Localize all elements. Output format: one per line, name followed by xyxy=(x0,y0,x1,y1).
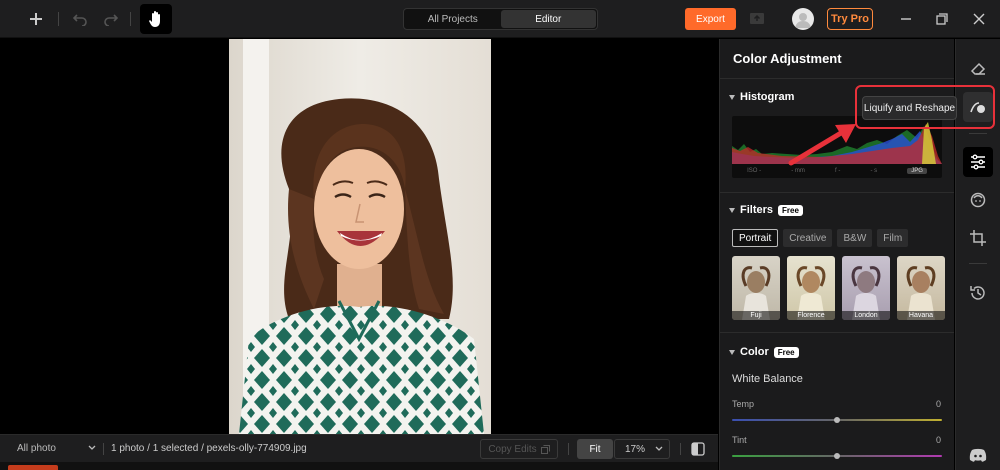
export-button[interactable]: Export xyxy=(685,8,736,30)
collapse-triangle-icon xyxy=(729,94,735,100)
add-icon[interactable] xyxy=(26,9,46,29)
copy-edits-label: Copy Edits xyxy=(488,443,537,455)
filter-label: Havana xyxy=(897,311,945,320)
hand-tool-button[interactable] xyxy=(140,4,172,34)
filter-thumb-london[interactable]: London xyxy=(842,256,890,320)
tab-editor[interactable]: Editor xyxy=(500,10,596,28)
tint-slider-knob[interactable] xyxy=(834,453,840,459)
temp-slider-knob[interactable] xyxy=(834,417,840,423)
adjust-sliders-icon[interactable] xyxy=(963,147,993,177)
crop-icon[interactable] xyxy=(963,223,993,253)
temp-value: 0 xyxy=(935,399,941,409)
free-badge: Free xyxy=(778,204,803,216)
chevron-down-icon[interactable] xyxy=(88,443,96,454)
view-tabs: All Projects Editor xyxy=(403,8,598,30)
zoom-select[interactable]: 17% xyxy=(614,439,670,459)
filter-thumb-fuji[interactable]: Fuji xyxy=(732,256,780,320)
photo-filter-select[interactable]: All photo xyxy=(17,443,56,454)
filter-label: Florence xyxy=(787,311,835,320)
divider xyxy=(58,12,59,26)
photo[interactable] xyxy=(229,39,491,434)
compare-icon[interactable] xyxy=(691,442,705,456)
avatar[interactable] xyxy=(792,8,814,30)
undo-icon[interactable] xyxy=(70,9,90,29)
hand-icon xyxy=(149,11,160,27)
temp-label: Temp xyxy=(732,399,755,409)
panel-title: Color Adjustment xyxy=(733,51,842,66)
redo-icon[interactable] xyxy=(101,9,121,29)
filters-header[interactable]: Filters Free xyxy=(729,204,803,216)
white-balance-label: White Balance xyxy=(732,373,803,385)
filmstrip xyxy=(0,462,718,470)
bottom-bar: All photo 1 photo / 1 selected / pexels-… xyxy=(0,434,718,462)
discord-icon[interactable] xyxy=(963,440,993,470)
divider xyxy=(969,263,987,264)
filter-label: London xyxy=(842,311,890,320)
divider xyxy=(130,12,131,26)
divider xyxy=(720,332,954,333)
filter-tabs: Portrait Creative B&W Film xyxy=(732,229,909,247)
divider xyxy=(969,133,987,134)
try-pro-button[interactable]: Try Pro xyxy=(827,8,873,30)
filmstrip-thumb[interactable] xyxy=(8,465,58,470)
tint-value: 0 xyxy=(935,435,941,445)
zoom-value: 17% xyxy=(625,443,646,455)
color-label: Color xyxy=(740,346,769,358)
divider xyxy=(720,192,954,193)
shutter-meta: - s xyxy=(870,168,878,174)
histogram-meta: ISO - - mm f - - s JPG xyxy=(732,166,942,176)
aperture-meta: f - xyxy=(835,168,841,174)
divider xyxy=(680,443,681,455)
face-retouch-icon[interactable] xyxy=(963,185,993,215)
filter-thumbnails: Fuji Florence London Havana xyxy=(732,256,945,320)
chevron-down-icon xyxy=(655,446,663,451)
selection-info: 1 photo / 1 selected / pexels-olly-77490… xyxy=(111,443,307,454)
color-header[interactable]: Color Free xyxy=(729,346,799,358)
free-badge: Free xyxy=(773,346,799,358)
copy-edits-button[interactable]: Copy Edits xyxy=(480,439,558,459)
maximize-icon[interactable] xyxy=(932,9,952,29)
canvas[interactable] xyxy=(0,39,718,434)
history-icon[interactable] xyxy=(963,278,993,308)
divider xyxy=(568,443,569,455)
filter-thumb-florence[interactable]: Florence xyxy=(787,256,835,320)
tab-creative[interactable]: Creative xyxy=(783,229,833,247)
minimize-icon[interactable] xyxy=(896,9,916,29)
divider xyxy=(103,443,104,455)
focal-meta: - mm xyxy=(791,168,805,174)
top-bar: All Projects Editor Export Try Pro xyxy=(0,0,1000,38)
filter-thumb-havana[interactable]: Havana xyxy=(897,256,945,320)
eraser-icon[interactable] xyxy=(963,53,993,83)
filter-label: Fuji xyxy=(732,311,780,320)
fit-button[interactable]: Fit xyxy=(577,439,613,459)
iso-meta: ISO - xyxy=(747,168,762,174)
tab-bw[interactable]: B&W xyxy=(837,229,873,247)
collapse-triangle-icon xyxy=(729,349,735,355)
format-badge: JPG xyxy=(907,168,927,174)
share-icon[interactable] xyxy=(748,10,766,28)
close-icon[interactable] xyxy=(969,9,989,29)
histogram-label: Histogram xyxy=(740,91,795,103)
histogram-header[interactable]: Histogram xyxy=(729,91,794,103)
highlight-box xyxy=(855,85,995,129)
copy-icon xyxy=(540,444,550,454)
tab-all-projects[interactable]: All Projects xyxy=(405,10,501,28)
filters-label: Filters xyxy=(740,204,774,216)
tab-portrait[interactable]: Portrait xyxy=(732,229,779,247)
tint-label: Tint xyxy=(732,435,747,445)
collapse-triangle-icon xyxy=(729,207,735,213)
divider xyxy=(720,78,954,79)
tab-film[interactable]: Film xyxy=(877,229,909,247)
